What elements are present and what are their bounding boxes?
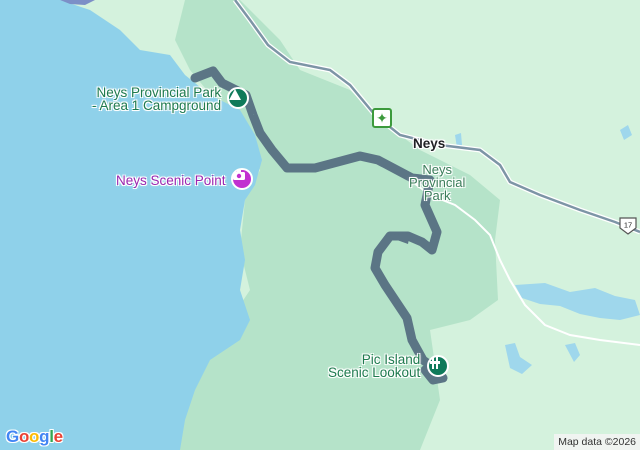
- campground-pin[interactable]: [227, 87, 249, 109]
- map-canvas[interactable]: Neys Provincial Park - Area 1 Campground…: [0, 0, 640, 450]
- logo-letter: g: [39, 427, 50, 446]
- map-attribution[interactable]: Map data ©2026: [554, 434, 640, 450]
- campground-label[interactable]: Neys Provincial Park - Area 1 Campground: [92, 86, 221, 113]
- scenic-point-pin[interactable]: [231, 168, 253, 190]
- viewpoint-icon: [430, 357, 440, 369]
- logo-letter: o: [18, 427, 30, 446]
- google-logo[interactable]: Google: [6, 427, 63, 447]
- lookout-pin[interactable]: [427, 355, 449, 377]
- park-label[interactable]: Neys Provincial Park: [409, 163, 465, 202]
- campground-icon: [229, 89, 241, 100]
- lookout-label[interactable]: Pic Island Scenic Lookout: [328, 353, 420, 380]
- highway-shield-icon: 17: [619, 217, 637, 235]
- camera-icon: [233, 170, 245, 180]
- town-label[interactable]: Neys: [413, 137, 445, 151]
- scenic-point-label[interactable]: Neys Scenic Point: [116, 174, 226, 188]
- maple-leaf-icon[interactable]: ✦: [372, 108, 392, 128]
- map-base: [0, 0, 640, 450]
- logo-letter: o: [29, 427, 40, 446]
- logo-letter: G: [6, 427, 19, 446]
- logo-letter: e: [53, 427, 63, 446]
- highway-shield-label: 17: [624, 221, 632, 230]
